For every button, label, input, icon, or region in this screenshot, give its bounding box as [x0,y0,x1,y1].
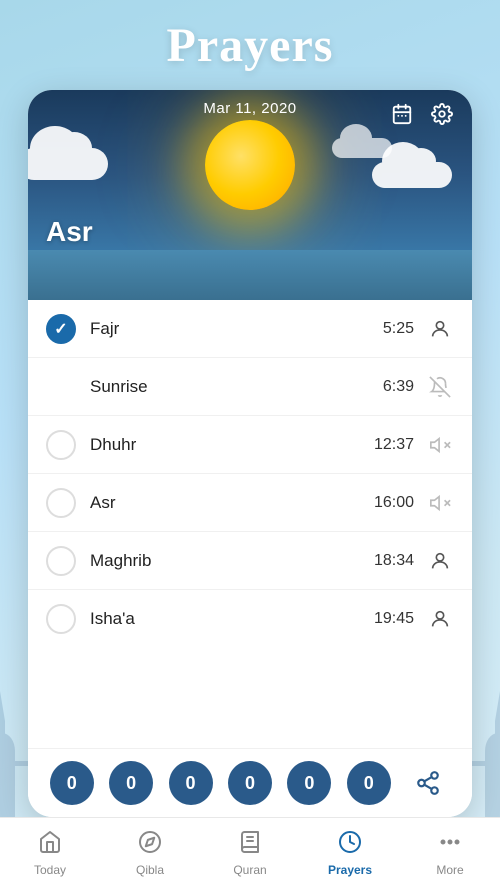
settings-button[interactable] [426,98,458,130]
compass-icon [138,830,162,860]
nav-qibla-label: Qibla [136,863,164,877]
counter-5[interactable]: 0 [287,761,331,805]
dhuhr-check[interactable] [46,430,76,460]
fajr-name: Fajr [90,319,383,339]
dhuhr-name: Dhuhr [90,435,374,455]
header-top-bar: Mar 11, 2020 [28,90,472,127]
prayer-list: Fajr 5:25 Sunrise 6:39 [28,300,472,748]
counter-row: 0 0 0 0 0 0 [28,748,472,817]
book-icon [238,830,262,860]
nav-qibla[interactable]: Qibla [100,818,200,889]
maghrib-check[interactable] [46,546,76,576]
asr-notif[interactable] [426,489,454,517]
dhuhr-time: 12:37 [374,436,414,454]
bottom-nav: Today Qibla Quran Praye [0,817,500,889]
counter-3[interactable]: 0 [169,761,213,805]
home-icon [38,830,62,860]
dhuhr-notif[interactable] [426,431,454,459]
ishaa-notif[interactable] [426,605,454,633]
prayer-row-dhuhr: Dhuhr 12:37 [28,416,472,474]
sunrise-name: Sunrise [90,377,383,397]
ishaa-name: Isha'a [90,609,374,629]
nav-more-label: More [436,863,463,877]
header-icons [386,98,458,130]
page-title: Prayers [0,0,500,73]
nav-quran[interactable]: Quran [200,818,300,889]
asr-time: 16:00 [374,494,414,512]
sunrise-time: 6:39 [383,378,414,396]
share-button[interactable] [406,761,450,805]
nav-prayers[interactable]: Prayers [300,818,400,889]
dots-icon [438,830,462,860]
prayer-row-maghrib: Maghrib 18:34 [28,532,472,590]
nav-today[interactable]: Today [0,818,100,889]
cloud-graphic-1 [28,148,108,180]
sun-graphic [205,120,295,210]
fajr-time: 5:25 [383,320,414,338]
counter-1[interactable]: 0 [50,761,94,805]
prayer-row-ishaa: Isha'a 19:45 [28,590,472,648]
sunrise-check [46,372,76,402]
calendar-button[interactable] [386,98,418,130]
counter-4[interactable]: 0 [228,761,272,805]
asr-name: Asr [90,493,374,513]
nav-today-label: Today [34,863,66,877]
maghrib-notif[interactable] [426,547,454,575]
cloud-graphic-3 [332,138,392,158]
ishaa-time: 19:45 [374,610,414,628]
prayer-row-sunrise: Sunrise 6:39 [28,358,472,416]
horizon-graphic [28,250,472,300]
prayer-row-fajr: Fajr 5:25 [28,300,472,358]
asr-check[interactable] [46,488,76,518]
fajr-check[interactable] [46,314,76,344]
counter-2[interactable]: 0 [109,761,153,805]
nav-quran-label: Quran [233,863,266,877]
cloud-graphic-2 [372,162,452,188]
clock-icon [338,830,362,860]
nav-prayers-label: Prayers [328,863,372,877]
ishaa-check[interactable] [46,604,76,634]
main-card: Mar 11, 2020 [28,90,472,817]
maghrib-time: 18:34 [374,552,414,570]
sunrise-notif[interactable] [426,373,454,401]
date-display: Mar 11, 2020 [203,100,296,117]
prayer-row-asr: Asr 16:00 [28,474,472,532]
sky-scene: Mar 11, 2020 [28,90,472,300]
fajr-notif[interactable] [426,315,454,343]
counter-6[interactable]: 0 [347,761,391,805]
nav-more[interactable]: More [400,818,500,889]
current-prayer-label: Asr [46,216,93,248]
maghrib-name: Maghrib [90,551,374,571]
